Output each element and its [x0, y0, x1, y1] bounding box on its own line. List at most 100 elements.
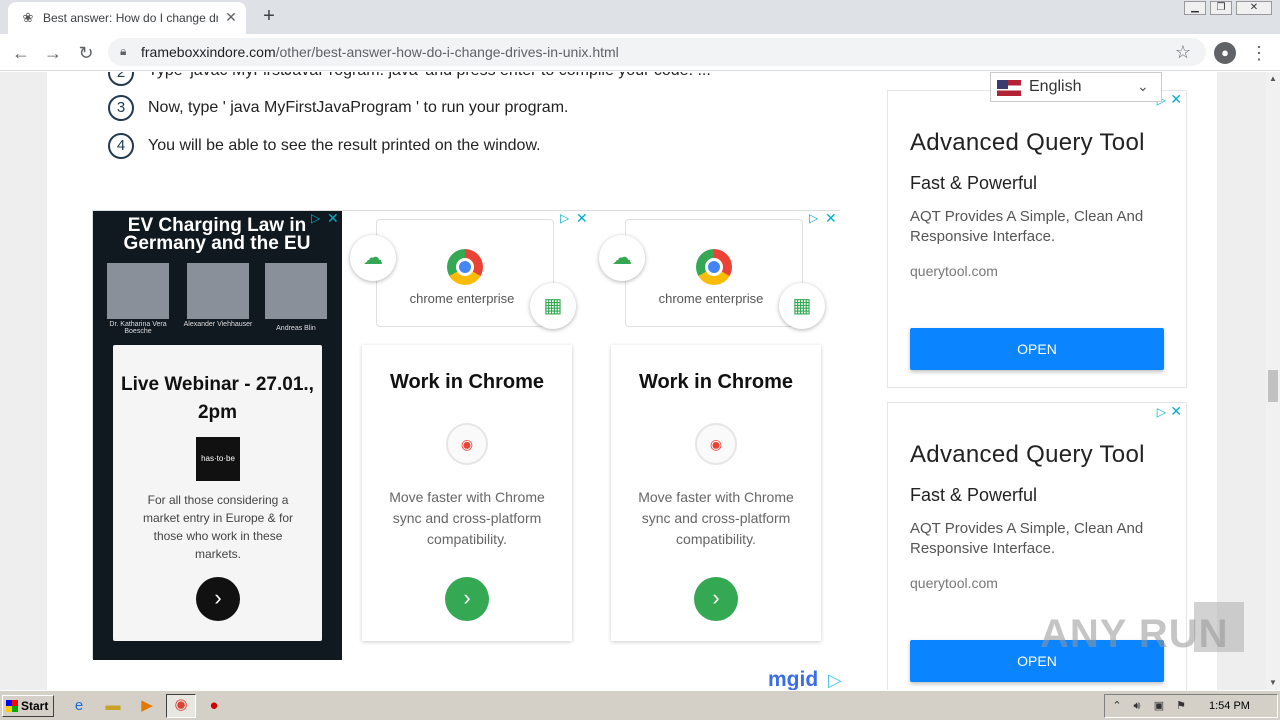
chrome-card[interactable]: Work in Chrome ◉ Move faster with Chrome…: [362, 345, 572, 641]
bookmark-star-icon[interactable]: ☆: [1172, 41, 1194, 63]
windows-logo-icon: [6, 700, 18, 712]
adchoices-icon[interactable]: ▷: [1157, 405, 1166, 419]
reload-icon[interactable]: ↻: [75, 42, 97, 64]
aqt-domain: querytool.com: [910, 575, 998, 591]
step-number: 3: [108, 95, 134, 121]
page-viewport: 2 Type 'javac MyFirstJavaProgram. java' …: [0, 72, 1266, 690]
open-button[interactable]: OPEN: [910, 328, 1164, 370]
building-icon: ▦: [779, 283, 825, 329]
url-host: frameboxxindore.com: [141, 44, 276, 60]
step-text: Type 'javac MyFirstJavaProgram. java' an…: [148, 72, 711, 80]
scroll-up-arrow-icon[interactable]: ▲: [1266, 72, 1280, 86]
windows-taskbar: Start e ▬ ▶ ◉ ● ⌃ 🔊︎ ▣ ⚑ 1:54 PM: [0, 690, 1280, 720]
building-icon: ▦: [530, 283, 576, 329]
speaker-photo: [265, 263, 327, 319]
volume-icon[interactable]: 🔊︎: [1129, 698, 1145, 714]
chrome-ad[interactable]: ▷ ✕ ☁ chrome enterprise ▦ Work in Chrome…: [591, 210, 840, 660]
url-text[interactable]: frameboxxindore.com/other/best-answer-ho…: [141, 44, 619, 60]
speaker-name: Dr. Katharina Vera Boesche: [109, 321, 167, 335]
restore-button[interactable]: ❐: [1210, 1, 1232, 15]
mgid-adchoices-icon[interactable]: ▷: [828, 670, 842, 690]
scrollbar-thumb[interactable]: [1268, 370, 1278, 402]
hastobe-logo: has·to·be: [196, 437, 240, 481]
native-ads-grid: EV Charging Law in Germany and the EU ▷ …: [92, 210, 840, 660]
back-arrow-icon[interactable]: ←: [10, 42, 32, 64]
close-window-button[interactable]: ✕: [1236, 1, 1272, 15]
chrome-card-description: Move faster with Chrome sync and cross-p…: [389, 489, 545, 547]
action-center-flag-icon[interactable]: ⚑: [1173, 698, 1189, 714]
aqt-title: Advanced Query Tool: [910, 129, 1145, 156]
chevron-right-icon[interactable]: ›: [196, 577, 240, 621]
step-text: You will be able to see the result print…: [148, 137, 541, 154]
folder-icon[interactable]: ▬: [102, 696, 124, 716]
lock-icon[interactable]: 🔒︎: [120, 44, 132, 60]
language-label: English: [1029, 78, 1082, 95]
speaker-name: Andreas Blin: [276, 325, 316, 332]
ad-close-icon[interactable]: ✕: [825, 210, 837, 227]
aqt-title: Advanced Query Tool: [910, 441, 1145, 468]
ev-webinar-ad[interactable]: EV Charging Law in Germany and the EU ▷ …: [93, 210, 342, 660]
minimize-button[interactable]: ▁: [1184, 1, 1206, 15]
forward-arrow-icon[interactable]: →: [42, 42, 64, 64]
chrome-ad[interactable]: ▷ ✕ ☁ chrome enterprise ▦ Work in Chrome…: [342, 210, 591, 660]
anyrun-watermark: ANY RUN: [1040, 612, 1229, 656]
aqt-description: AQT Provides A Simple, Clean And Respons…: [910, 520, 1144, 557]
new-tab-button[interactable]: +: [258, 6, 280, 28]
tab-strip: ❀ Best answer: How do I change drive ✕ +…: [0, 0, 1280, 34]
aqt-ad[interactable]: ▷ ✕ Advanced Query Tool Fast & Powerful …: [887, 90, 1187, 388]
ad-close-icon[interactable]: ✕: [1170, 403, 1182, 420]
adchoices-icon[interactable]: ▷: [560, 211, 569, 225]
step-text: Now, type ' java MyFirstJavaProgram ' to…: [148, 99, 569, 116]
chrome-logo-icon: [447, 249, 483, 285]
chrome-logo-icon: [696, 249, 732, 285]
adchoices-icon[interactable]: ▷: [809, 211, 818, 225]
sync-icon: ◉: [695, 423, 737, 465]
address-bar[interactable]: 🔒︎ frameboxxindore.com/other/best-answer…: [108, 38, 1206, 66]
chrome-card[interactable]: Work in Chrome ◉ Move faster with Chrome…: [611, 345, 821, 641]
network-icon[interactable]: ▣: [1151, 698, 1167, 714]
start-button[interactable]: Start: [2, 695, 54, 717]
cloud-download-icon: ☁: [350, 235, 396, 281]
media-player-icon[interactable]: ▶: [136, 696, 158, 716]
chevron-down-icon: ⌄: [1137, 78, 1149, 94]
webinar-card[interactable]: Live Webinar - 27.01., 2pm has·to·be For…: [113, 345, 322, 641]
aqt-domain: querytool.com: [910, 263, 998, 279]
chrome-enterprise-label: chrome enterprise: [409, 291, 515, 306]
ad-close-icon[interactable]: ✕: [576, 210, 588, 227]
browser-toolbar: ← → ↻ 🔒︎ frameboxxindore.com/other/best-…: [0, 34, 1280, 71]
system-tray: ⌃ 🔊︎ ▣ ⚑ 1:54 PM: [1104, 694, 1278, 718]
ev-ad-title: EV Charging Law in Germany and the EU: [123, 215, 311, 254]
sync-icon: ◉: [446, 423, 488, 465]
taskbar-clock[interactable]: 1:54 PM: [1209, 700, 1250, 712]
ie-icon[interactable]: e: [68, 696, 90, 716]
adchoices-icon[interactable]: ▷: [311, 211, 320, 225]
site-favicon-icon: ❀: [22, 10, 34, 25]
scroll-down-arrow-icon[interactable]: ▼: [1266, 676, 1280, 690]
browser-tab[interactable]: ❀ Best answer: How do I change drive ✕: [8, 2, 246, 34]
cloud-download-icon: ☁: [599, 235, 645, 281]
tray-expand-icon[interactable]: ⌃: [1109, 698, 1125, 714]
tab-title: Best answer: How do I change drive: [43, 11, 218, 25]
aqt-subtitle: Fast & Powerful: [910, 173, 1038, 193]
language-select[interactable]: English ⌄: [990, 72, 1162, 102]
chevron-right-icon[interactable]: ›: [445, 577, 489, 621]
chrome-enterprise-label: chrome enterprise: [658, 291, 764, 306]
ad-close-icon[interactable]: ✕: [327, 210, 339, 227]
page-scrollbar[interactable]: ▲ ▼: [1266, 72, 1280, 690]
chevron-right-icon[interactable]: ›: [694, 577, 738, 621]
ad-close-icon[interactable]: ✕: [1170, 91, 1182, 108]
chrome-taskbar-icon[interactable]: ◉: [166, 694, 196, 718]
chrome-card-description: Move faster with Chrome sync and cross-p…: [638, 489, 794, 547]
account-avatar-icon[interactable]: ●: [1214, 42, 1236, 64]
menu-kebab-icon[interactable]: ⋮: [1250, 42, 1268, 64]
aqt-subtitle: Fast & Powerful: [910, 485, 1038, 505]
step-number: 4: [108, 133, 134, 159]
opera-icon[interactable]: ●: [203, 696, 225, 716]
speaker-photo: [187, 263, 249, 319]
url-path: /other/best-answer-how-do-i-change-drive…: [275, 44, 619, 60]
mgid-logo[interactable]: mgid: [768, 668, 818, 690]
webinar-title: Live Webinar - 27.01., 2pm: [121, 374, 314, 423]
speaker-photo: [107, 263, 169, 319]
tab-close-icon[interactable]: ✕: [223, 9, 239, 25]
speaker-name: Alexander Viehhauser: [183, 321, 253, 328]
